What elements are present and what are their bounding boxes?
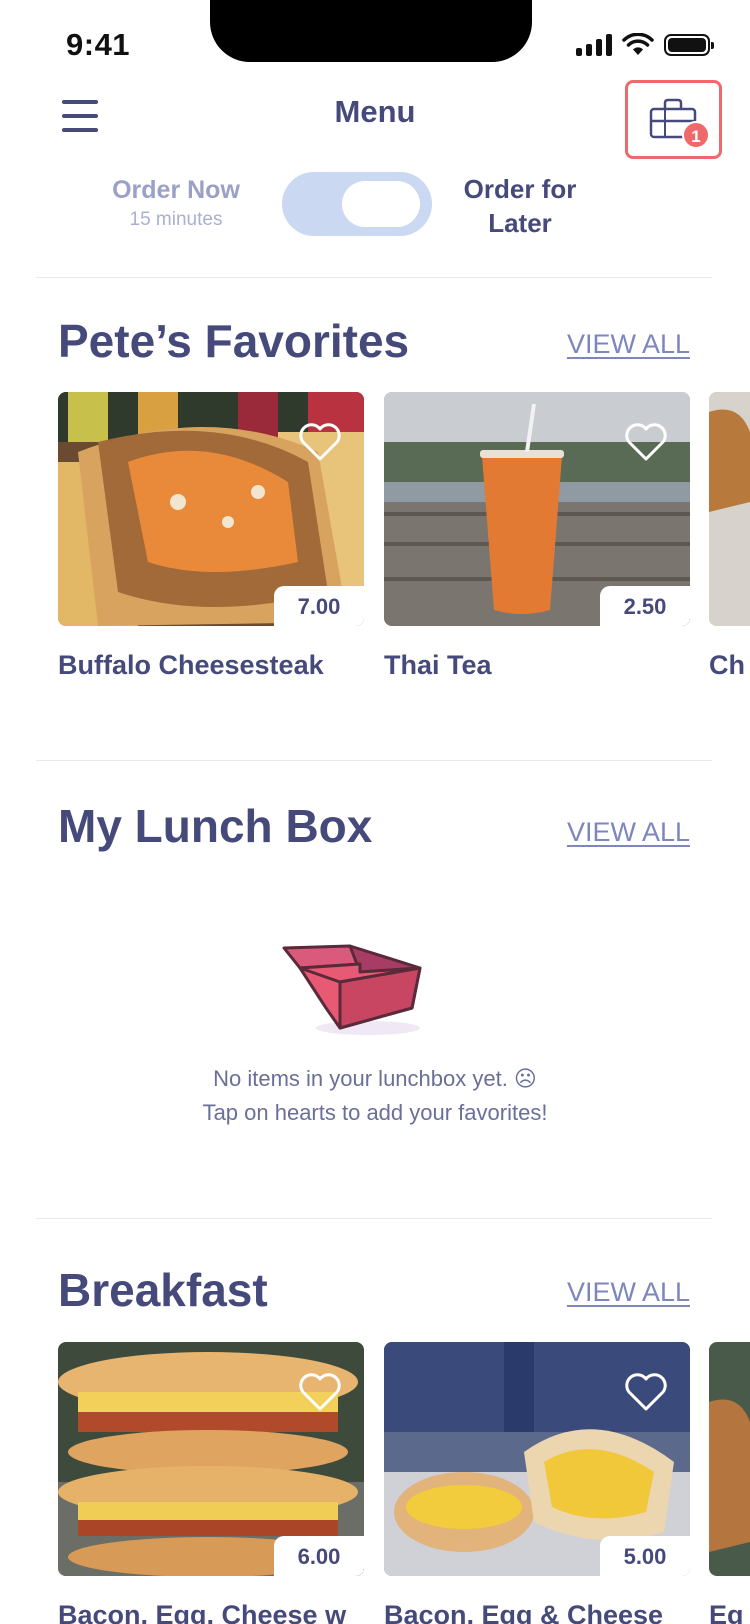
item-name-partial: Ch: [709, 650, 745, 680]
item-photo: 6.00: [58, 1342, 364, 1576]
status-icons: [576, 33, 714, 57]
item-name: Bacon, Egg, Cheese w: [58, 1600, 347, 1624]
menu-item-card[interactable]: 7.00 Buffalo Cheesesteak: [58, 392, 364, 681]
item-name: Bacon, Egg & Cheese: [384, 1600, 664, 1624]
toggle-knob: [342, 181, 420, 227]
order-now-eta: 15 minutes: [129, 209, 223, 230]
item-photo: 2.50: [384, 392, 690, 626]
divider: [36, 1218, 712, 1219]
view-all-favorites-link[interactable]: VIEW ALL: [567, 329, 690, 360]
empty-message-line-2: Tap on hearts to add your favorites!: [202, 1100, 548, 1125]
heart-favorite-icon[interactable]: [298, 1372, 342, 1412]
empty-lunchbox-illustration: [282, 944, 422, 1035]
order-now-label: Order Now: [112, 176, 240, 204]
item-photo: 7.00: [58, 392, 364, 626]
wifi-icon: [622, 33, 654, 55]
divider: [36, 760, 712, 761]
section-title-breakfast: Breakfast: [58, 1264, 268, 1316]
order-now-option[interactable]: Order Now 15 minutes: [96, 176, 256, 231]
item-price: 5.00: [600, 1536, 690, 1576]
heart-favorite-icon[interactable]: [624, 1372, 668, 1412]
item-name-partial: Eg: [709, 1600, 744, 1624]
empty-lunchbox-message: No items in your lunchbox yet. ☹ Tap on …: [0, 1062, 750, 1130]
view-all-lunchbox-link[interactable]: VIEW ALL: [567, 817, 690, 848]
empty-message-line-1: No items in your lunchbox yet. ☹: [213, 1066, 537, 1091]
item-price: 2.50: [600, 586, 690, 626]
order-later-option[interactable]: Order for Later: [450, 172, 590, 240]
battery-icon: [664, 34, 714, 56]
item-photo: 5.00: [384, 1342, 690, 1576]
status-bar: 9:41: [0, 0, 750, 80]
item-name: Thai Tea: [384, 650, 492, 680]
menu-item-card[interactable]: 5.00 Bacon, Egg & Cheese: [384, 1342, 690, 1624]
heart-favorite-icon[interactable]: [624, 422, 668, 462]
device-notch: [210, 0, 532, 62]
lunchbox-cart-button[interactable]: 1: [625, 80, 722, 159]
heart-favorite-icon[interactable]: [298, 422, 342, 462]
section-title-favorites: Pete’s Favorites: [58, 315, 410, 367]
status-time: 9:41: [66, 27, 131, 62]
order-timing-toggle[interactable]: [282, 172, 432, 236]
view-all-breakfast-link[interactable]: VIEW ALL: [567, 1277, 690, 1308]
divider: [36, 277, 712, 278]
menu-item-card-partial[interactable]: [709, 1342, 750, 1576]
item-photo-partial: [709, 392, 750, 626]
item-name: Buffalo Cheesesteak: [58, 650, 324, 680]
item-price: 7.00: [274, 586, 364, 626]
cart-count-badge: 1: [682, 121, 710, 149]
section-title-lunchbox: My Lunch Box: [58, 800, 373, 852]
item-price: 6.00: [274, 1536, 364, 1576]
cellular-signal-icon: [576, 34, 612, 56]
menu-item-card[interactable]: 2.50 Thai Tea: [384, 392, 690, 681]
menu-item-card-partial[interactable]: [709, 392, 750, 626]
menu-item-card[interactable]: 6.00 Bacon, Egg, Cheese w: [58, 1342, 364, 1624]
item-photo-partial: [709, 1342, 750, 1576]
